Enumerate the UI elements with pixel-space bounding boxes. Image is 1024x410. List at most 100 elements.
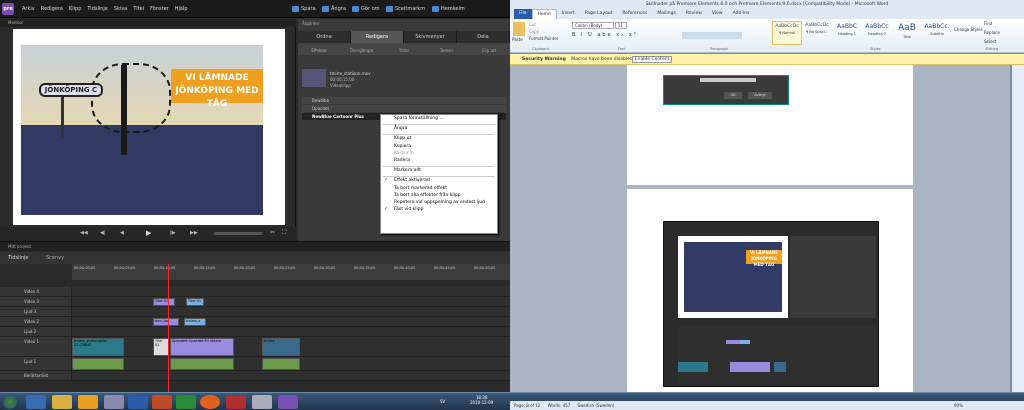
- context-menu-item[interactable]: Radera: [381, 157, 497, 164]
- timeline-track[interactable]: Video 4: [0, 287, 510, 297]
- timeline-track[interactable]: Video 1 tmirre_stationsbild 02.CPANS Titel…: [0, 337, 510, 357]
- context-menu-item[interactable]: Effekt aktiverad: [381, 177, 497, 184]
- tab-file[interactable]: File: [514, 9, 532, 19]
- play-icon[interactable]: ▶: [146, 229, 151, 237]
- menu-tidslinje[interactable]: Tidslinje: [87, 6, 107, 12]
- playhead[interactable]: [168, 264, 169, 393]
- context-menu-item[interactable]: Fäst vid klipp: [381, 206, 497, 213]
- format-painter-button[interactable]: Format Painter: [529, 36, 558, 41]
- taskbar-explorer-icon[interactable]: [52, 395, 72, 409]
- timeline-clip[interactable]: Titel 01: [186, 298, 204, 306]
- tab-references[interactable]: References: [617, 9, 652, 19]
- timeline-clip[interactable]: tmirre: [262, 338, 300, 356]
- start-button[interactable]: [3, 395, 17, 409]
- zoom-level[interactable]: 90%: [954, 401, 963, 410]
- next-frame-icon[interactable]: ▶▶: [190, 230, 198, 236]
- timeline-track[interactable]: Video 2 mm_tag tmirre_s: [0, 317, 510, 327]
- style-item[interactable]: AaBbCc Heading 2: [862, 21, 892, 45]
- menu-arkiv[interactable]: Arkiv: [22, 6, 35, 12]
- subtab-teman[interactable]: Teman: [425, 43, 467, 55]
- capture-button[interactable]: Sceltmarkm: [386, 6, 425, 12]
- style-item[interactable]: AaB Title: [892, 21, 922, 45]
- menu-redigera[interactable]: Redigera: [41, 6, 63, 12]
- select-button[interactable]: Select: [984, 39, 996, 44]
- context-menu-item[interactable]: Markera allt: [381, 167, 497, 174]
- paste-icon[interactable]: [513, 22, 525, 36]
- timeline-clip[interactable]: tmirre_stationsbild 02.CPANS: [72, 338, 124, 356]
- subtab-clipart[interactable]: Clip art: [468, 43, 510, 55]
- timeline-clip[interactable]: Spandelt Opacitet:Fri rökare: [170, 338, 234, 356]
- font-name[interactable]: Calibri (Body): [572, 22, 614, 29]
- vertical-scrollbar[interactable]: [1012, 65, 1024, 392]
- help-button[interactable]: Hemkelm: [432, 6, 465, 12]
- taskbar-powerpoint-icon[interactable]: [152, 395, 172, 409]
- style-item[interactable]: AaBbCc. Subtitle: [922, 21, 952, 45]
- taskbar-media-icon[interactable]: [78, 395, 98, 409]
- context-menu-item[interactable]: Klistra in: [381, 150, 497, 157]
- status-page[interactable]: Page: 8 of 12: [514, 403, 540, 408]
- copy-button[interactable]: Copy: [529, 29, 539, 34]
- tab-tidslinje[interactable]: Tidslinje: [8, 255, 28, 261]
- timeline-track[interactable]: Ljud 3: [0, 307, 510, 317]
- change-styles-button[interactable]: Change Styles: [954, 27, 983, 32]
- style-item[interactable]: AaBbCcDc ¶ No Spaci...: [802, 21, 832, 45]
- subtab-titlar[interactable]: Titlar: [383, 43, 425, 55]
- menu-klipp[interactable]: Klipp: [69, 6, 81, 12]
- split-clip-icon[interactable]: ✂: [270, 229, 275, 236]
- paragraph-buttons[interactable]: [682, 32, 742, 39]
- paste-button[interactable]: Paste: [512, 37, 523, 42]
- tab-scenvy[interactable]: Scenvy: [46, 255, 64, 261]
- taskbar-ie-icon[interactable]: [26, 395, 46, 409]
- effect-row[interactable]: Opacitet: [302, 105, 506, 112]
- context-menu-item[interactable]: Kopiera: [381, 143, 497, 150]
- context-menu-item[interactable]: Repetera vid uppspelning av endast ljud: [381, 199, 497, 206]
- menu-fonster[interactable]: Fönster: [150, 6, 169, 12]
- tab-home[interactable]: Home: [531, 9, 557, 19]
- timeline-clip[interactable]: [262, 358, 300, 370]
- clock[interactable]: 18:36 2010-12-09: [470, 395, 493, 405]
- language-indicator[interactable]: SV: [440, 399, 445, 404]
- style-item[interactable]: AaBbC Heading 1: [832, 21, 862, 45]
- timeline-track[interactable]: Berättarröst: [0, 371, 510, 381]
- menu-skiva[interactable]: Skiva: [114, 6, 127, 12]
- status-words[interactable]: Words: 457: [548, 403, 571, 408]
- prev-frame-icon[interactable]: ◀◀: [80, 230, 88, 236]
- context-menu-item[interactable]: Klipp ut: [381, 135, 497, 142]
- tab-view[interactable]: View: [707, 9, 728, 19]
- undo-button[interactable]: Ångra: [322, 6, 346, 12]
- timeline-clip[interactable]: [72, 358, 124, 370]
- context-menu-item[interactable]: Spara förinställning ...: [381, 115, 497, 122]
- taskbar-firefox-icon[interactable]: [200, 395, 220, 409]
- jog-slider[interactable]: [214, 232, 262, 235]
- taskbar-app-icon[interactable]: [252, 395, 272, 409]
- timeline-clip[interactable]: Titel 01: [153, 298, 175, 306]
- font-format-buttons[interactable]: B I U abe x₂ x²: [572, 32, 638, 38]
- fullscreen-icon[interactable]: ⛶: [282, 229, 286, 237]
- taskbar-premiere-icon[interactable]: [278, 395, 298, 409]
- timeline-track[interactable]: Ljud 1: [0, 357, 510, 371]
- font-size[interactable]: 11: [615, 22, 627, 29]
- rewind-icon[interactable]: ◀: [120, 230, 124, 236]
- taskbar-app-icon[interactable]: [226, 395, 246, 409]
- menu-hjalp[interactable]: Hjälp: [175, 6, 188, 12]
- enable-content-button[interactable]: Enable Content: [632, 56, 672, 63]
- timeline-clip[interactable]: mm_tag: [153, 318, 179, 326]
- status-language[interactable]: Swedish (Sweden): [578, 403, 615, 408]
- tab-review[interactable]: Review: [681, 9, 707, 19]
- taskbar-excel-icon[interactable]: [176, 395, 196, 409]
- timeline-ruler[interactable]: 00;00;00;00 00;00;05;00 00;00;10;00 00;00;1…: [72, 264, 510, 280]
- tab-redigera[interactable]: Redigera: [351, 31, 404, 43]
- context-menu-item[interactable]: Ångra: [381, 125, 497, 132]
- tab-ordna[interactable]: Ordna: [298, 31, 351, 43]
- step-forward-icon[interactable]: |▶: [170, 230, 176, 236]
- timeline-clip[interactable]: Titel 01: [153, 338, 169, 356]
- taskbar-word-icon[interactable]: [128, 395, 148, 409]
- timeline-clip[interactable]: [170, 358, 234, 370]
- timeline-clip[interactable]: tmirre_s: [184, 318, 206, 326]
- save-button[interactable]: Spara: [292, 6, 316, 12]
- replace-button[interactable]: Replace: [984, 30, 1000, 35]
- cut-button[interactable]: Cut: [529, 22, 536, 27]
- taskbar-app-icon[interactable]: [104, 395, 124, 409]
- subtab-overgangar[interactable]: Övergångar: [340, 43, 382, 55]
- tab-dela[interactable]: Dela: [457, 31, 510, 43]
